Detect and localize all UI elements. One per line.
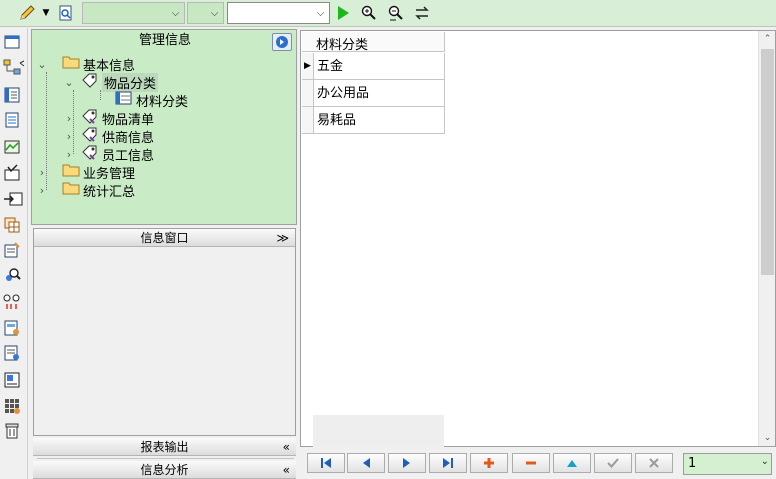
row-indicator [302, 80, 314, 106]
report-output-header[interactable]: 报表输出 « [33, 438, 296, 456]
tree-node-item-list[interactable]: › 物品清单 [63, 108, 154, 128]
next-record-button[interactable] [388, 453, 426, 473]
current-row-indicator-icon: ▶ [302, 53, 314, 79]
table-orange-icon[interactable] [3, 216, 21, 234]
tree-node-statistics[interactable]: › 统计汇总 [36, 181, 135, 200]
expand-chevron-icon[interactable]: « [283, 438, 290, 456]
delete-record-button[interactable] [512, 453, 550, 473]
vertical-scrollbar[interactable]: ⌃ ⌄ [758, 31, 775, 446]
tag-icon [81, 108, 99, 128]
chevron-down-icon: ⌵ [316, 7, 325, 19]
print-preview-icon[interactable] [3, 371, 21, 389]
chevron-right-icon[interactable]: › [63, 130, 75, 143]
row-indicator [302, 107, 314, 133]
cancel-record-button[interactable] [635, 453, 673, 473]
table-row[interactable]: 易耗品 [302, 107, 445, 134]
data-grid: 材料分类 ▶ 五金 办公用品 易耗品 ⌃ ⌄ [300, 30, 776, 447]
management-info-panel: 管理信息 ⌄ 基本信息 ⌄ 物品分类 材料分类 › 物品清单 › 供商信息 › [31, 29, 297, 225]
zoom-in-find-icon[interactable] [359, 3, 379, 23]
report-export-icon[interactable] [3, 344, 21, 362]
chevron-down-icon[interactable]: ⌄ [36, 58, 48, 71]
form-edit-icon[interactable] [3, 241, 21, 259]
tree-node-material-category[interactable]: 材料分类 [101, 90, 188, 110]
table-cell[interactable]: 易耗品 [317, 109, 356, 128]
chevron-down-icon: ⌵ [171, 7, 180, 19]
scroll-up-icon[interactable]: ⌃ [759, 31, 776, 47]
refresh-swap-icon[interactable] [412, 3, 432, 23]
expand-chevron-icon[interactable]: « [283, 461, 290, 479]
chevron-right-icon[interactable]: › [63, 112, 75, 125]
edit-record-button[interactable] [553, 453, 591, 473]
trash-icon[interactable] [3, 422, 21, 440]
tag-icon [81, 144, 99, 164]
first-record-button[interactable] [307, 453, 345, 473]
query-field-select[interactable]: ⌵ [82, 2, 185, 24]
chevron-right-icon[interactable]: › [63, 148, 75, 161]
export-icon[interactable] [3, 190, 23, 208]
left-tool-strip [0, 28, 28, 479]
inbox-check-icon[interactable] [3, 164, 21, 182]
tree-node-supplier-info[interactable]: › 供商信息 [63, 126, 154, 146]
table-row[interactable]: 办公用品 [302, 80, 445, 107]
divider [37, 458, 294, 459]
table-row[interactable]: ▶ 五金 [302, 53, 445, 80]
dropdown-arrow-icon[interactable]: ▼ [41, 3, 51, 23]
chevron-right-icon[interactable]: › [36, 166, 48, 179]
tag-icon [81, 126, 99, 146]
chart-window-icon[interactable] [3, 138, 21, 156]
table-cell[interactable]: 五金 [317, 55, 343, 74]
main-toolbar: ▼ ⌵ ⌵ ⌵ [0, 0, 776, 27]
folder-icon [62, 181, 80, 199]
table-cell[interactable]: 办公用品 [317, 82, 369, 101]
grid-empty-area [313, 415, 444, 447]
chevron-down-icon: ⌄ [760, 456, 769, 467]
link-icon[interactable] [3, 293, 21, 311]
user-search-icon[interactable] [3, 267, 21, 285]
info-window-header[interactable]: 信息窗口 ≫ [34, 229, 295, 247]
tag-icon [81, 72, 99, 92]
hierarchy-icon[interactable] [3, 59, 25, 77]
add-record-button[interactable] [470, 453, 508, 473]
post-record-button[interactable] [594, 453, 632, 473]
page-search-icon[interactable] [56, 3, 76, 23]
scroll-thumb[interactable] [761, 49, 774, 275]
info-analysis-header[interactable]: 信息分析 « [33, 461, 296, 479]
info-window-panel: 信息窗口 ≫ [33, 228, 296, 436]
chevron-down-icon: ⌵ [210, 7, 219, 19]
operator-select[interactable]: ⌵ [187, 2, 224, 24]
document-icon[interactable] [3, 111, 21, 129]
prev-record-button[interactable] [347, 453, 385, 473]
run-query-icon[interactable] [334, 3, 352, 23]
folder-icon [62, 55, 80, 73]
page-select[interactable]: 1 ⌄ [683, 453, 772, 475]
tree-node-basic-info[interactable]: ⌄ 基本信息 [36, 55, 135, 74]
report-config-icon[interactable] [3, 319, 21, 337]
grid-apps-icon[interactable] [3, 397, 21, 415]
folder-icon [62, 163, 80, 181]
table-icon [115, 90, 133, 110]
record-navigator: 1 ⌄ [300, 448, 776, 479]
query-value-select[interactable]: ⌵ [227, 2, 330, 24]
panel-title: 管理信息 [138, 33, 191, 48]
window-icon[interactable] [3, 33, 21, 51]
chevron-down-icon[interactable]: ⌄ [63, 76, 75, 89]
tree-node-item-category[interactable]: ⌄ 物品分类 [63, 72, 159, 92]
list-window-icon[interactable] [3, 86, 21, 104]
chevron-right-icon[interactable]: › [36, 184, 48, 197]
tree-node-employee-info[interactable]: › 员工信息 [63, 144, 154, 164]
pencil-icon[interactable] [17, 3, 37, 23]
zoom-out-find-icon[interactable] [386, 3, 406, 23]
collapse-chevron-icon[interactable]: ≫ [276, 229, 289, 247]
column-header-material-category[interactable]: 材料分类 [302, 32, 445, 53]
scroll-down-icon[interactable]: ⌄ [759, 430, 776, 446]
collapse-panel-button[interactable] [272, 33, 292, 51]
tree-node-business-mgmt[interactable]: › 业务管理 [36, 163, 135, 182]
last-record-button[interactable] [429, 453, 467, 473]
